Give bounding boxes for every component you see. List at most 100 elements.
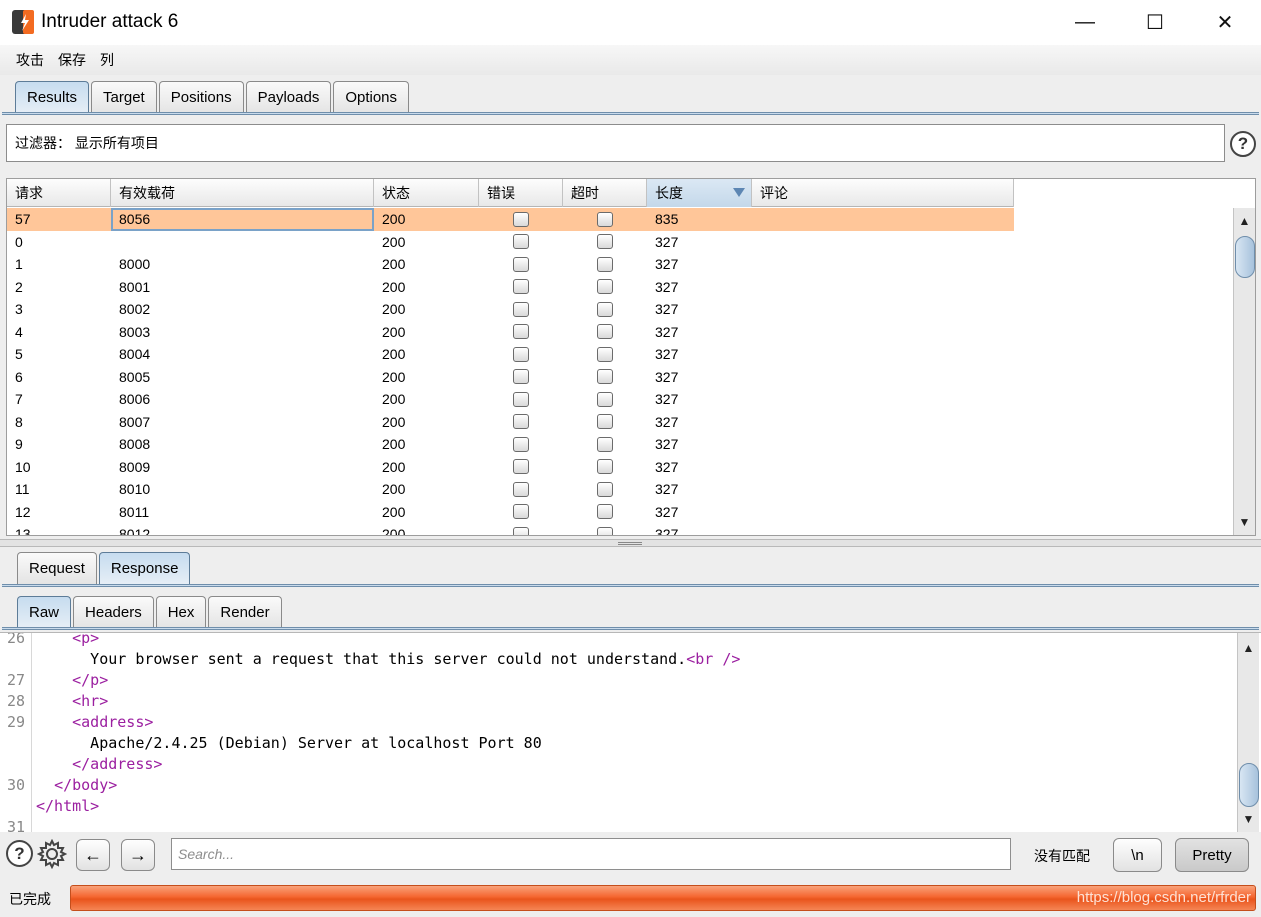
timeout-checkbox[interactable] [597,504,613,520]
table-row[interactable]: 2 8001 200 327 [7,276,1014,299]
timeout-checkbox[interactable] [597,211,613,227]
error-checkbox[interactable] [513,481,529,497]
tab-render[interactable]: Render [208,596,282,628]
col-header-label: 请求 [15,185,43,201]
search-input[interactable] [171,838,1011,870]
col-header-error[interactable]: 错误 [479,179,563,207]
table-row[interactable]: 9 8008 200 327 [7,433,1014,456]
tab-request[interactable]: Request [17,552,97,584]
menu-attack[interactable]: 攻击 [16,50,44,70]
table-row[interactable]: 8 8007 200 327 [7,411,1014,434]
menu-columns[interactable]: 列 [100,50,114,70]
tab-hex[interactable]: Hex [155,596,207,628]
error-checkbox[interactable] [513,346,529,362]
tab-response[interactable]: Response [98,552,191,584]
response-editor[interactable]: ▲ ▼ 26 <p> Your browser sent a request t… [0,632,1261,832]
table-row[interactable]: 0 200 327 [7,231,1014,254]
table-row[interactable]: 4 8003 200 327 [7,321,1014,344]
timeout-checkbox[interactable] [597,526,613,535]
table-row[interactable]: 11 8010 200 327 [7,478,1014,501]
timeout-checkbox[interactable] [597,459,613,475]
pretty-button[interactable]: Pretty [1175,838,1249,872]
error-checkbox[interactable] [513,279,529,295]
tab-options[interactable]: Options [333,81,410,113]
tab-payloads[interactable]: Payloads [245,81,332,113]
error-checkbox[interactable] [513,324,529,340]
burp-app-icon [12,10,34,34]
timeout-checkbox[interactable] [597,279,613,295]
editor-scroll-down-icon[interactable]: ▼ [1240,809,1257,829]
back-button[interactable]: ← [76,839,110,871]
timeout-checkbox[interactable] [597,324,613,340]
table-cell-status: 200 [382,278,406,295]
editor-scroll-thumb[interactable] [1239,763,1259,807]
table-row[interactable]: 3 8002 200 327 [7,298,1014,321]
html-tag: <hr> [72,692,109,710]
timeout-checkbox[interactable] [597,481,613,497]
table-row[interactable]: 6 8005 200 327 [7,366,1014,389]
menu-save[interactable]: 保存 [58,50,86,70]
splitter-grip-icon[interactable] [618,542,642,545]
error-checkbox[interactable] [513,211,529,227]
filter-bar[interactable]: 过滤器： 显示所有项目 [6,124,1225,162]
table-cell-payload: 8000 [119,256,151,273]
error-checkbox[interactable] [513,459,529,475]
pane-splitter[interactable] [0,539,1261,547]
error-checkbox[interactable] [513,436,529,452]
error-checkbox[interactable] [513,391,529,407]
error-checkbox[interactable] [513,414,529,430]
results-scrollbar[interactable]: ▲ ▼ [1233,208,1255,535]
col-header-request[interactable]: 请求 [7,179,111,207]
error-checkbox[interactable] [513,256,529,272]
gear-icon[interactable] [37,839,67,869]
table-row[interactable]: 7 8006 200 327 [7,388,1014,411]
error-checkbox[interactable] [513,234,529,250]
col-header-length[interactable]: 长度 [647,179,752,207]
text-segment [36,755,72,773]
help-icon[interactable]: ? [6,840,33,867]
maximize-button[interactable]: ☐ [1120,0,1190,45]
col-header-timeout[interactable]: 超时 [563,179,647,207]
timeout-checkbox[interactable] [597,414,613,430]
table-row[interactable]: 13 8012 200 327 [7,523,1014,535]
newline-toggle-button[interactable]: \n [1113,838,1162,872]
table-row[interactable]: 57 8056 200 835 [7,208,1014,231]
timeout-checkbox[interactable] [597,369,613,385]
col-header-status[interactable]: 状态 [374,179,479,207]
table-row[interactable]: 1 8000 200 327 [7,253,1014,276]
table-cell [479,478,563,501]
timeout-checkbox[interactable] [597,391,613,407]
tab-target[interactable]: Target [91,81,157,113]
timeout-checkbox[interactable] [597,346,613,362]
tab-positions[interactable]: Positions [158,81,244,113]
error-checkbox[interactable] [513,526,529,535]
col-header-comment[interactable]: 评论 [752,179,1014,207]
close-button[interactable]: ✕ [1190,0,1260,45]
timeout-checkbox[interactable] [597,234,613,250]
table-cell-req: 57 [15,211,31,228]
table-cell-req: 4 [15,323,23,340]
tab-headers[interactable]: Headers [73,596,154,628]
table-row[interactable]: 5 8004 200 327 [7,343,1014,366]
error-checkbox[interactable] [513,504,529,520]
table-row[interactable]: 10 8009 200 327 [7,456,1014,479]
minimize-button[interactable]: — [1050,0,1120,45]
error-checkbox[interactable] [513,301,529,317]
col-header-label: 有效载荷 [119,185,175,201]
tab-results[interactable]: Results [15,81,90,113]
error-checkbox[interactable] [513,369,529,385]
scroll-down-icon[interactable]: ▼ [1236,512,1253,532]
timeout-checkbox[interactable] [597,436,613,452]
timeout-checkbox[interactable] [597,256,613,272]
scroll-thumb[interactable] [1235,236,1255,278]
table-cell-length: 327 [655,256,679,273]
forward-button[interactable]: → [121,839,155,871]
tab-raw[interactable]: Raw [17,596,72,628]
timeout-checkbox[interactable] [597,301,613,317]
col-header-payload[interactable]: 有效载荷 [111,179,374,207]
editor-scrollbar[interactable]: ▲ ▼ [1237,633,1259,832]
scroll-up-icon[interactable]: ▲ [1236,211,1253,231]
editor-scroll-up-icon[interactable]: ▲ [1240,638,1257,658]
table-row[interactable]: 12 8011 200 327 [7,501,1014,524]
filter-help-icon[interactable]: ? [1230,131,1256,157]
